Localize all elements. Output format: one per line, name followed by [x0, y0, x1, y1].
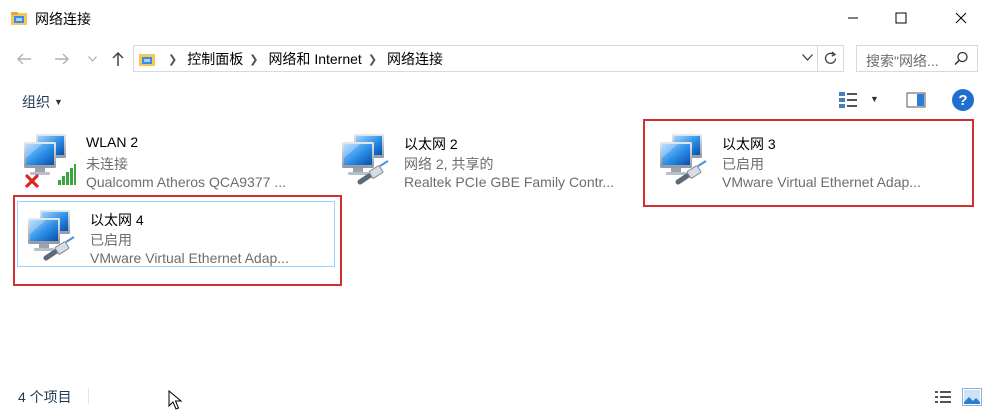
minimize-button[interactable]	[830, 0, 876, 36]
connection-status: 网络 2, 共享的	[404, 156, 494, 172]
recent-locations-button[interactable]	[84, 48, 100, 70]
connection-item-wlan2[interactable]: WLAN 2 未连接 Qualcomm Atheros QCA9377 ...	[14, 126, 332, 192]
breadcrumb-network-internet[interactable]: 网络和 Internet	[268, 49, 361, 69]
up-button[interactable]	[106, 48, 130, 70]
picture-icon	[964, 390, 980, 404]
connection-name: 以太网 2	[404, 136, 458, 152]
large-icons-view-icon[interactable]	[962, 388, 982, 406]
arrow-left-icon	[17, 53, 31, 65]
chevron-right-icon[interactable]: ❯	[368, 53, 377, 66]
status-divider	[88, 388, 89, 404]
search-icon	[954, 51, 968, 66]
arrow-right-icon	[55, 53, 69, 65]
back-button[interactable]	[12, 48, 36, 70]
breadcrumb-control-panel[interactable]: 控制面板	[187, 49, 243, 69]
mouse-cursor-icon	[168, 390, 182, 410]
ethernet-icon	[342, 134, 389, 185]
connection-name: WLAN 2	[86, 134, 139, 150]
question-mark-icon: ?	[958, 91, 968, 109]
arrow-up-icon	[112, 51, 124, 66]
window-title: 网络连接	[35, 11, 91, 27]
chevron-down-icon	[87, 56, 97, 62]
chevron-down-icon	[802, 54, 813, 61]
item-count: 4 个项目	[18, 389, 72, 405]
maximize-icon	[895, 12, 907, 24]
address-history-button[interactable]	[802, 52, 813, 64]
refresh-button[interactable]	[818, 45, 844, 72]
status-bar: 4 个项目	[0, 382, 992, 411]
search-input[interactable]: 搜索"网络...	[856, 45, 978, 72]
search-placeholder: 搜索"网络...	[866, 53, 939, 69]
address-bar[interactable]: ❯ 控制面板 ❯ 网络和 Internet ❯ 网络连接	[133, 45, 818, 72]
network-folder-icon	[139, 54, 155, 66]
breadcrumb-network-connections[interactable]: 网络连接	[387, 49, 443, 69]
title-bar: 网络连接	[0, 0, 992, 36]
chevron-right-icon: ❯	[168, 53, 178, 66]
preview-pane-icon[interactable]	[906, 92, 926, 108]
chevron-right-icon[interactable]: ❯	[249, 53, 258, 66]
organize-label: 组织	[22, 94, 50, 110]
view-options-caret-icon[interactable]: ▼	[870, 94, 879, 104]
refresh-icon	[824, 51, 837, 64]
connection-device: Qualcomm Atheros QCA9377 ...	[86, 174, 286, 190]
breadcrumb: ❯ 控制面板 ❯ 网络和 Internet ❯ 网络连接	[162, 50, 443, 68]
connection-status: 未连接	[86, 156, 128, 172]
highlight-box-ethernet3	[643, 119, 974, 207]
highlight-box-ethernet4	[13, 195, 342, 286]
maximize-button[interactable]	[878, 0, 924, 36]
network-connections-app-icon	[11, 12, 27, 25]
change-view-icon[interactable]	[838, 91, 858, 109]
organize-menu-button[interactable]: 组织 ▼	[22, 92, 63, 112]
details-view-icon[interactable]	[934, 389, 952, 405]
connection-item-ethernet2[interactable]: 以太网 2 网络 2, 共享的 Realtek PCIe GBE Family …	[332, 126, 650, 192]
command-bar: 组织 ▼ ▼ ?	[0, 84, 992, 118]
connection-device: Realtek PCIe GBE Family Contr...	[404, 174, 615, 190]
caret-down-icon: ▼	[54, 97, 63, 107]
close-button[interactable]	[938, 0, 984, 36]
forward-button[interactable]	[50, 48, 74, 70]
minimize-icon	[848, 17, 858, 19]
wifi-disconnected-icon	[24, 134, 76, 188]
close-icon	[955, 12, 967, 24]
help-button[interactable]: ?	[952, 89, 974, 111]
